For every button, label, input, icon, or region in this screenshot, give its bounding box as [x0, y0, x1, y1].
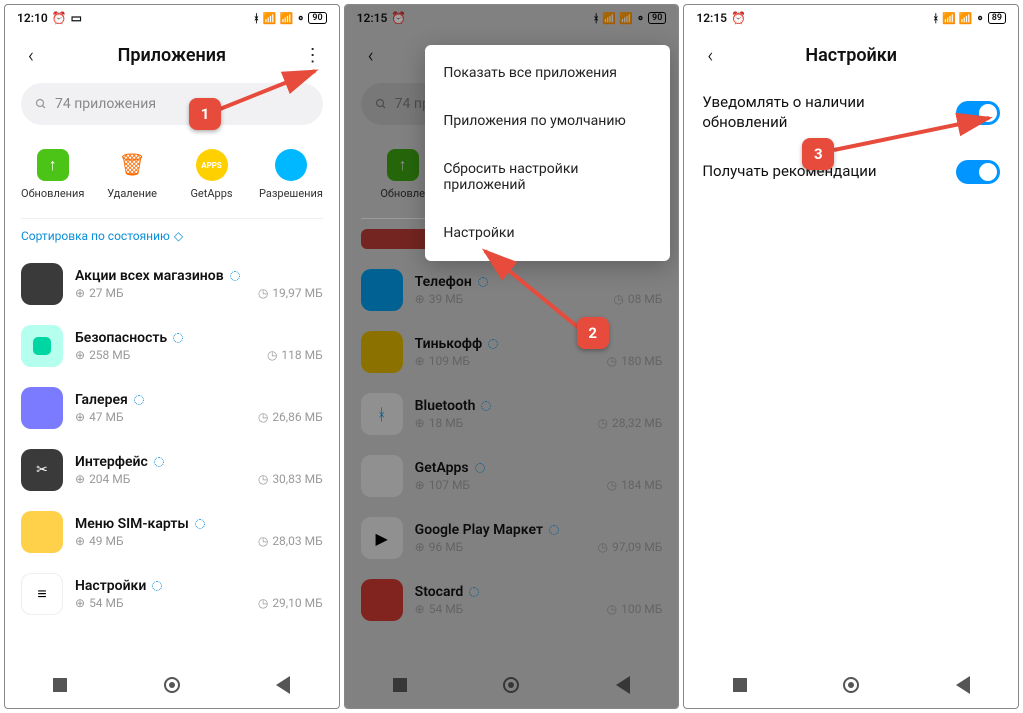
bluetooth-icon: ᚼ [932, 12, 939, 25]
nav-recent-icon[interactable] [53, 678, 67, 692]
apps-icon: APPS [201, 161, 222, 170]
sort-dropdown[interactable]: Сортировка по состоянию ◇ [21, 229, 323, 243]
back-button[interactable]: ‹ [13, 43, 49, 67]
more-options-button[interactable]: ⋮ [295, 45, 331, 66]
loading-icon [154, 457, 164, 467]
signal-icon: 📶 [942, 12, 956, 25]
clock-icon: ◷ [258, 534, 268, 548]
battery-icon: 90 [308, 12, 326, 24]
phone-screen-2: 12:15 ⏰ ᚼ 📶 📶 ⚬ 90 ‹ 74 пр ↑ Обновле [344, 4, 680, 709]
action-permissions[interactable]: Разрешения [255, 149, 327, 200]
action-getapps[interactable]: APPS GetApps [176, 149, 248, 200]
cast-icon: ▭ [71, 11, 82, 25]
wifi-icon: ⚬ [976, 12, 985, 25]
action-updates[interactable]: ↑ Обновления [17, 149, 89, 200]
status-time: 12:15 [696, 11, 727, 25]
memory-icon: ⊕ [75, 596, 85, 610]
screen-header: ‹ Настройки [684, 31, 1018, 79]
bluetooth-icon: ᚼ [253, 12, 260, 25]
list-item[interactable]: Меню SIM-карты ⊕49 МБ◷28,03 МБ [5, 501, 339, 563]
battery-icon: 89 [988, 12, 1006, 24]
quick-actions: ↑ Обновления 🗑 Удаление APPS GetApps Раз… [13, 149, 331, 200]
wifi-icon: ⚬ [296, 12, 305, 25]
alarm-icon: ⏰ [52, 11, 67, 25]
alarm-icon: ⏰ [731, 11, 746, 25]
menu-overlay[interactable]: Показать все приложения Приложения по ум… [345, 5, 679, 708]
menu-item-default-apps[interactable]: Приложения по умолчанию [425, 97, 670, 145]
app-list[interactable]: Акции всех магазинов ⊕27 МБ◷19,97 МБ Без… [5, 253, 339, 662]
setting-recommendations[interactable]: Получать рекомендации [684, 146, 1018, 198]
list-item[interactable]: ✂ Интерфейс ⊕204 МБ◷30,83 МБ [5, 439, 339, 501]
search-placeholder: 74 приложения [55, 96, 156, 112]
trash-icon: 🗑 [118, 153, 146, 178]
app-icon [21, 263, 63, 305]
list-item[interactable]: Безопасность ⊕258 МБ◷118 МБ [5, 315, 339, 377]
app-icon [21, 387, 63, 429]
upload-icon: ↑ [49, 155, 57, 175]
page-title: Приложения [49, 45, 295, 66]
clock-icon: ◷ [258, 286, 268, 300]
sort-icon: ◇ [174, 229, 183, 243]
signal-icon: 📶 [959, 12, 973, 25]
options-menu: Показать все приложения Приложения по ум… [425, 45, 670, 261]
callout-badge-1: 1 [189, 98, 221, 130]
clock-icon: ◷ [258, 472, 268, 486]
screen-header: ‹ Приложения ⋮ [5, 31, 339, 79]
clock-icon: ◷ [258, 410, 268, 424]
search-input[interactable]: 74 приложения [21, 83, 323, 125]
search-icon [35, 98, 47, 110]
setting-update-notify[interactable]: Уведомлять о наличии обновлений [684, 79, 1018, 146]
back-button[interactable]: ‹ [692, 43, 728, 67]
loading-icon [152, 581, 162, 591]
nav-bar [684, 662, 1018, 708]
divider [21, 218, 323, 219]
callout-badge-3: 3 [802, 138, 834, 170]
phone-screen-1: 12:10 ⏰ ▭ ᚼ 📶 📶 ⚬ 90 ‹ Приложения ⋮ 74 п… [4, 4, 340, 709]
toggle-switch[interactable] [956, 160, 1000, 184]
memory-icon: ⊕ [75, 410, 85, 424]
loading-icon [173, 333, 183, 343]
list-item[interactable]: Акции всех магазинов ⊕27 МБ◷19,97 МБ [5, 253, 339, 315]
nav-home-icon[interactable] [843, 677, 859, 693]
clock-icon: ◷ [267, 348, 277, 362]
memory-icon: ⊕ [75, 286, 85, 300]
nav-home-icon[interactable] [164, 677, 180, 693]
menu-item-show-all[interactable]: Показать все приложения [425, 49, 670, 97]
signal-icon: 📶 [263, 12, 277, 25]
app-icon [21, 511, 63, 553]
memory-icon: ⊕ [75, 472, 85, 486]
status-bar: 12:15 ⏰ ᚼ 📶 📶 ⚬ 89 [684, 5, 1018, 31]
signal-icon: 📶 [279, 12, 293, 25]
loading-icon [134, 395, 144, 405]
page-title: Настройки [728, 45, 974, 66]
memory-icon: ⊕ [75, 534, 85, 548]
nav-back-icon[interactable] [956, 676, 970, 694]
callout-badge-2: 2 [577, 317, 609, 349]
app-icon [21, 325, 63, 367]
app-icon: ≡ [21, 573, 63, 615]
list-item[interactable]: ≡ Настройки ⊕54 МБ◷29,10 МБ [5, 563, 339, 625]
memory-icon: ⊕ [75, 348, 85, 362]
status-time: 12:10 [17, 11, 48, 25]
list-item[interactable]: Галерея ⊕47 МБ◷26,86 МБ [5, 377, 339, 439]
menu-item-settings[interactable]: Настройки [425, 209, 670, 257]
nav-recent-icon[interactable] [733, 678, 747, 692]
app-icon: ✂ [21, 449, 63, 491]
nav-bar [5, 662, 339, 708]
status-bar: 12:10 ⏰ ▭ ᚼ 📶 📶 ⚬ 90 [5, 5, 339, 31]
loading-icon [230, 271, 240, 281]
action-delete[interactable]: 🗑 Удаление [96, 149, 168, 200]
loading-icon [195, 519, 205, 529]
menu-item-reset[interactable]: Сбросить настройки приложений [425, 145, 670, 209]
clock-icon: ◷ [258, 596, 268, 610]
toggle-switch[interactable] [956, 101, 1000, 125]
nav-back-icon[interactable] [276, 676, 290, 694]
phone-screen-3: 12:15 ⏰ ᚼ 📶 📶 ⚬ 89 ‹ Настройки Уведомлят… [683, 4, 1019, 709]
